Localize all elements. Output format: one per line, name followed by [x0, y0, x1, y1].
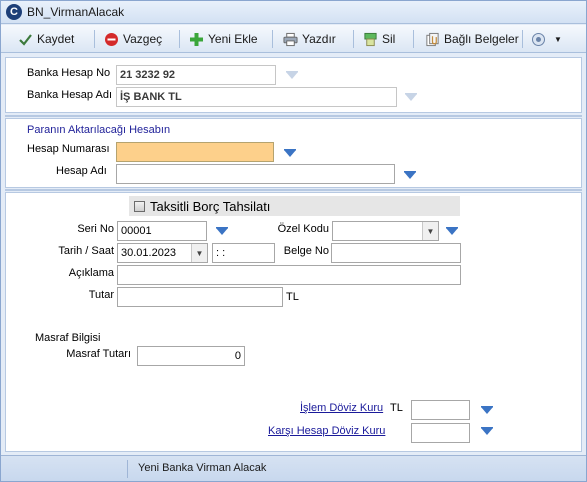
installment-header[interactable]: Taksitli Borç Tahsilatı [129, 196, 460, 216]
time-field[interactable]: : : [212, 243, 275, 263]
txn-rate-currency: TL [390, 402, 403, 414]
txn-rate-link[interactable]: İşlem Döviz Kuru [300, 402, 383, 414]
counter-rate-link[interactable]: Karşı Hesap Döviz Kuru [268, 425, 385, 437]
bank-account-name-field[interactable]: İŞ BANK TL [116, 87, 397, 107]
delete-label: Sil [382, 32, 396, 46]
eraser-icon [363, 32, 378, 47]
status-text: Yeni Banka Virman Alacak [138, 462, 267, 474]
lookup-arrow-icon[interactable] [403, 171, 417, 181]
bank-account-name-label: Banka Hesap Adı [27, 89, 113, 101]
toolbar-divider [353, 30, 354, 48]
attachments-label: Bağlı Belgeler [444, 32, 519, 46]
virman-alacak-window: C BN_VirmanAlacak Kaydet Vazgeç Yeni Ekl… [0, 0, 587, 482]
toolbar: Kaydet Vazgeç Yeni Ekle Yazdır Sil Bağlı… [1, 25, 586, 53]
window-title: BN_VirmanAlacak [27, 5, 125, 19]
lookup-arrow-icon[interactable] [480, 406, 494, 416]
cancel-button[interactable]: Vazgeç [101, 28, 165, 50]
expense-section-label: Masraf Bilgisi [35, 332, 101, 344]
target-account-no-field[interactable] [116, 142, 274, 162]
cancel-icon [104, 32, 119, 47]
date-combo[interactable]: 30.01.2023 ▼ [117, 243, 208, 263]
lookup-arrow-icon[interactable] [283, 149, 297, 159]
checkmark-icon [18, 32, 33, 47]
attachments-button[interactable]: Bağlı Belgeler [422, 28, 522, 50]
amount-field[interactable] [117, 287, 283, 307]
new-button[interactable]: Yeni Ekle [186, 28, 261, 50]
expense-amount-label: Masraf Tutarı [66, 348, 131, 360]
title-bar: C BN_VirmanAlacak [1, 1, 586, 24]
bank-account-no-label: Banka Hesap No [27, 67, 111, 79]
toolbar-divider [179, 30, 180, 48]
section-divider [5, 189, 582, 191]
options-dropdown-button[interactable]: ▼ [528, 28, 565, 50]
cancel-label: Vazgeç [123, 32, 163, 46]
date-time-label: Tarih / Saat [58, 245, 114, 257]
txn-rate-field[interactable] [411, 400, 470, 420]
chevron-down-icon[interactable]: ▼ [422, 222, 438, 240]
lookup-arrow-icon[interactable] [215, 227, 229, 237]
serial-no-label: Seri No [77, 223, 114, 235]
serial-no-field[interactable]: 00001 [117, 221, 207, 241]
amount-label: Tutar [88, 289, 114, 301]
bank-account-no-field[interactable]: 21 3232 92 [116, 65, 276, 85]
section-divider [5, 115, 582, 117]
toolbar-divider [272, 30, 273, 48]
chevron-down-icon: ▼ [554, 34, 562, 44]
new-label: Yeni Ekle [208, 32, 258, 46]
target-account-name-label: Hesap Adı [56, 165, 107, 177]
target-account-panel: Paranın Aktarılacağı Hesabın Hesap Numar… [5, 118, 582, 188]
save-button[interactable]: Kaydet [15, 28, 77, 50]
lookup-arrow-icon[interactable] [445, 227, 459, 237]
print-label: Yazdır [302, 32, 336, 46]
expense-amount-field[interactable]: 0 [137, 346, 245, 366]
date-value: 30.01.2023 [121, 247, 177, 259]
target-section-title: Paranın Aktarılacağı Hesabın [27, 124, 171, 136]
toolbar-divider [413, 30, 414, 48]
special-code-combo[interactable]: ▼ [332, 221, 439, 241]
lookup-arrow-icon[interactable] [404, 93, 418, 103]
toolbar-divider [522, 30, 523, 48]
lookup-arrow-icon[interactable] [285, 71, 299, 81]
target-account-no-label: Hesap Numarası [27, 143, 110, 155]
toolbar-divider [94, 30, 95, 48]
chevron-down-icon[interactable]: ▼ [191, 244, 207, 262]
paperclip-documents-icon [425, 32, 440, 47]
lookup-arrow-icon[interactable] [480, 427, 494, 437]
description-field[interactable] [117, 265, 461, 285]
print-button[interactable]: Yazdır [280, 28, 339, 50]
printer-icon [283, 32, 298, 47]
target-account-name-field[interactable] [116, 164, 395, 184]
installment-checkbox[interactable] [134, 200, 145, 212]
special-code-label: Özel Kodu [277, 223, 329, 235]
status-divider [127, 460, 128, 478]
doc-no-field[interactable] [331, 243, 461, 263]
save-label: Kaydet [37, 32, 75, 46]
settings-circle-icon [531, 32, 546, 47]
description-label: Açıklama [68, 267, 114, 279]
app-logo-icon: C [6, 4, 22, 20]
counter-rate-field[interactable] [411, 423, 470, 443]
amount-currency: TL [286, 291, 299, 303]
bank-account-panel: Banka Hesap No 21 3232 92 Banka Hesap Ad… [5, 57, 582, 113]
plus-icon [189, 32, 204, 47]
delete-button[interactable]: Sil [360, 28, 398, 50]
status-bar: Yeni Banka Virman Alacak [1, 455, 586, 481]
installment-label: Taksitli Borç Tahsilatı [150, 198, 271, 214]
doc-no-label: Belge No [283, 245, 329, 257]
